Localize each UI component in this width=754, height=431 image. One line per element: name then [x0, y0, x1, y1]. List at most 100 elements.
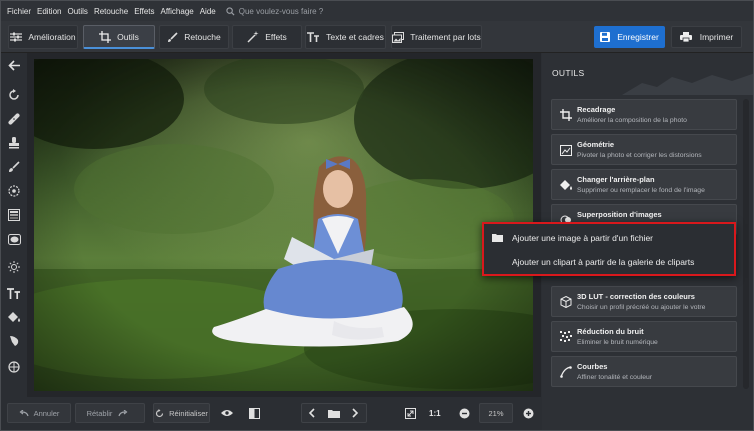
folder-icon — [492, 234, 503, 242]
geometry-icon — [559, 143, 573, 157]
menu-aide[interactable]: Aide — [200, 7, 216, 16]
fill-bucket-icon[interactable] — [6, 309, 22, 325]
tab-traitement-lots[interactable]: Traitement par lots — [391, 25, 482, 49]
navigation-group — [301, 403, 367, 423]
menu-affichage[interactable]: Affichage — [161, 7, 194, 16]
menu-edition[interactable]: Edition — [37, 7, 61, 16]
stamp-icon[interactable] — [6, 135, 22, 151]
tab-label: Amélioration — [28, 32, 76, 42]
save-icon — [600, 32, 611, 42]
photo-canvas[interactable] — [34, 59, 533, 391]
fill-bucket-icon — [559, 178, 573, 192]
tool-title: Réduction du bruit — [577, 327, 644, 336]
tool-reduction-bruit[interactable]: Réduction du bruit Eliminer le bruit num… — [551, 321, 737, 352]
redo-icon — [118, 409, 128, 416]
menu-item-label: Ajouter une image à partir d'un fichier — [512, 232, 654, 243]
reset-label: Réinitialiser — [169, 408, 208, 418]
tab-label: Texte et cadres — [326, 32, 384, 42]
zoom-in-icon[interactable] — [520, 403, 536, 423]
add-overlay-menu: Ajouter une image à partir d'un fichier … — [482, 222, 736, 276]
brightness-icon[interactable] — [6, 259, 22, 275]
menu-bar: Fichier Edition Outils Retouche Effets A… — [1, 1, 753, 21]
tab-effets[interactable]: Effets — [232, 25, 302, 49]
tool-recadrage[interactable]: Recadrage Améliorer la composition de la… — [551, 99, 737, 130]
zoom-level[interactable]: 21% — [479, 403, 513, 423]
tab-amelioration[interactable]: Amélioration — [8, 25, 78, 49]
prev-arrow-icon[interactable] — [308, 408, 320, 420]
tab-label: Retouche — [184, 32, 221, 42]
folder-icon[interactable] — [328, 409, 345, 420]
save-button[interactable]: Enregistrer — [594, 26, 665, 48]
canvas-area — [27, 53, 541, 397]
menu-item-label: Ajouter un clipart à partir de la galeri… — [512, 256, 695, 267]
tool-3d-lut[interactable]: 3D LUT - correction des couleurs Choisir… — [551, 286, 737, 317]
search-box[interactable]: Que voulez-vous faire ? — [226, 7, 323, 16]
printer-icon — [679, 32, 692, 42]
tool-title: Géométrie — [577, 140, 615, 149]
eye-icon[interactable] — [219, 403, 235, 423]
reset-icon — [156, 408, 164, 417]
menu-item-add-clipart[interactable]: Ajouter un clipart à partir de la galeri… — [484, 249, 734, 274]
tool-title: 3D LUT - correction des couleurs — [577, 292, 695, 301]
crop-icon — [99, 30, 112, 43]
menu-effets[interactable]: Effets — [134, 7, 154, 16]
tool-courbes[interactable]: Courbes Affiner tonalité et couleur — [551, 356, 737, 387]
sliders-icon — [10, 32, 23, 42]
tool-title: Changer l'arrière-plan — [577, 175, 655, 184]
tool-subtitle: Améliorer la composition de la photo — [577, 117, 687, 124]
print-button[interactable]: Imprimer — [671, 26, 742, 48]
menu-outils[interactable]: Outils — [67, 7, 87, 16]
images-icon — [392, 31, 405, 43]
panel-title: OUTILS — [552, 68, 585, 78]
next-arrow-icon[interactable] — [352, 408, 364, 420]
tab-outils[interactable]: Outils — [83, 25, 155, 49]
crop-icon — [559, 108, 573, 122]
gradient-filter-icon[interactable] — [6, 207, 22, 223]
bottom-toolbar: Annuler Rétablir Réinitialiser 1:1 21% — [1, 397, 542, 430]
magic-wand-icon — [247, 31, 259, 43]
save-label: Enregistrer — [617, 32, 659, 42]
back-arrow-icon[interactable] — [6, 57, 22, 73]
actual-size-button[interactable]: 1:1 — [429, 403, 441, 423]
tool-subtitle: Eliminer le bruit numérique — [577, 339, 658, 346]
cube-icon — [559, 295, 573, 309]
compare-icon[interactable] — [246, 403, 262, 423]
tab-retouche[interactable]: Retouche — [159, 25, 229, 49]
tool-subtitle: Affiner tonalité et couleur — [577, 374, 653, 381]
mask-icon[interactable] — [6, 333, 22, 349]
tab-label: Outils — [117, 31, 139, 42]
radial-filter-icon[interactable] — [6, 183, 22, 199]
tool-arriere-plan[interactable]: Changer l'arrière-plan Supprimer ou remp… — [551, 169, 737, 200]
brush-icon[interactable] — [6, 159, 22, 175]
zoom-out-icon[interactable] — [456, 403, 472, 423]
tool-subtitle: Pivoter la photo et corriger les distors… — [577, 152, 702, 159]
undo-icon — [19, 409, 29, 416]
undo-button[interactable]: Annuler — [7, 403, 71, 423]
bandage-icon[interactable] — [6, 111, 22, 127]
panel-header: OUTILS — [542, 53, 753, 95]
noise-icon — [559, 330, 573, 344]
tool-geometrie[interactable]: Géométrie Pivoter la photo et corriger l… — [551, 134, 737, 165]
tool-title: Superposition d'images — [577, 210, 662, 219]
crosshair-icon[interactable] — [6, 359, 22, 375]
panel-scrollbar[interactable] — [743, 99, 749, 389]
reset-button[interactable]: Réinitialiser — [153, 403, 210, 423]
print-label: Imprimer — [699, 32, 734, 42]
tool-subtitle: Supprimer ou remplacer le fond de l'imag… — [577, 187, 705, 194]
rotate-icon[interactable] — [6, 87, 22, 103]
menu-item-add-from-file[interactable]: Ajouter une image à partir d'un fichier — [484, 225, 734, 250]
menu-fichier[interactable]: Fichier — [7, 7, 31, 16]
fit-screen-icon[interactable] — [402, 403, 418, 423]
tool-subtitle: Choisir un profil précréé ou ajouter le … — [577, 304, 706, 311]
photo-editor-window: Fichier Edition Outils Retouche Effets A… — [0, 0, 754, 431]
menu-retouche[interactable]: Retouche — [94, 7, 128, 16]
text-tool-icon[interactable] — [6, 285, 22, 301]
brush-icon — [168, 31, 178, 42]
main-toolbar: Amélioration Outils Retouche Effets Text… — [1, 21, 753, 53]
tab-label: Effets — [265, 32, 287, 42]
tab-texte-cadres[interactable]: Texte et cadres — [305, 25, 386, 49]
vignette-icon[interactable] — [6, 231, 22, 247]
redo-button[interactable]: Rétablir — [75, 403, 145, 423]
tool-title: Recadrage — [577, 105, 616, 114]
redo-label: Rétablir — [86, 408, 113, 418]
